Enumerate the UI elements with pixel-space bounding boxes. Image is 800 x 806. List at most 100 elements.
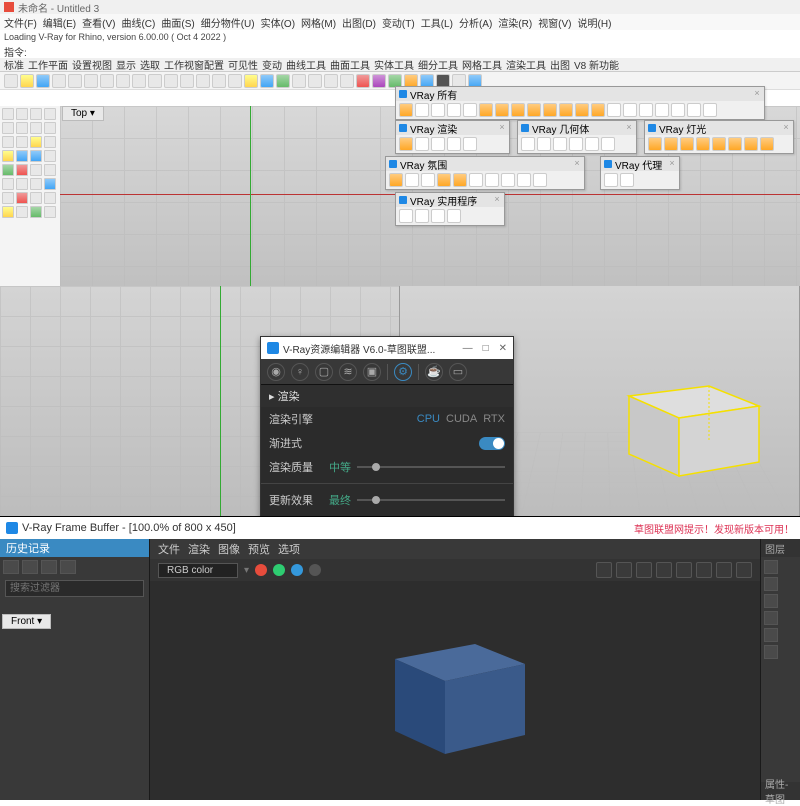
menu-file[interactable]: 文件(F) (4, 15, 37, 30)
vtool-icon[interactable] (431, 137, 445, 151)
layer-icon[interactable] (764, 645, 778, 659)
undo-icon[interactable] (116, 74, 130, 88)
tool-icon[interactable] (260, 74, 274, 88)
tool-icon[interactable] (212, 74, 226, 88)
vfb-menu-image[interactable]: 图像 (218, 541, 240, 557)
tool-icon[interactable] (196, 74, 210, 88)
tab-standard[interactable]: 标准 (4, 57, 24, 72)
vtool-icon[interactable] (533, 173, 547, 187)
vray-panel-proxy[interactable]: VRay 代理× (600, 156, 680, 190)
history-add-icon[interactable] (3, 560, 19, 574)
vtool-icon[interactable] (744, 137, 758, 151)
vtool-icon[interactable] (591, 103, 605, 117)
vtool-icon[interactable] (639, 103, 653, 117)
vfb-menu-options[interactable]: 选项 (278, 541, 300, 557)
channel-blue-icon[interactable] (291, 564, 303, 576)
vtool-icon[interactable] (664, 137, 678, 151)
vfb-interactive-icon[interactable] (716, 562, 732, 578)
tool-icon[interactable] (276, 74, 290, 88)
new-icon[interactable] (4, 74, 18, 88)
tool-icon[interactable] (16, 150, 28, 162)
save-icon[interactable] (36, 74, 50, 88)
tool-icon[interactable] (16, 164, 28, 176)
tab-setview[interactable]: 设置视图 (72, 57, 112, 72)
viewport-label-top[interactable]: Top ▾ (62, 106, 104, 121)
update-slider[interactable] (357, 499, 505, 501)
close-icon[interactable]: × (573, 159, 581, 167)
channel-mono-icon[interactable] (309, 564, 321, 576)
vfb-pick-icon[interactable] (596, 562, 612, 578)
tool-icon[interactable] (228, 74, 242, 88)
vtool-icon[interactable] (485, 173, 499, 187)
point-icon[interactable] (44, 136, 56, 148)
menu-help[interactable]: 说明(H) (578, 15, 612, 30)
materials-tab-icon[interactable]: ◉ (267, 363, 285, 381)
tool-icon[interactable] (308, 74, 322, 88)
command-prompt[interactable]: 指令: (0, 44, 800, 58)
tab-visibility[interactable]: 可见性 (228, 57, 258, 72)
vfb-stop-icon[interactable] (676, 562, 692, 578)
open-icon[interactable] (20, 74, 34, 88)
vtool-icon[interactable] (399, 209, 413, 223)
tool-icon[interactable] (44, 206, 56, 218)
vtool-icon[interactable] (511, 103, 525, 117)
print-icon[interactable] (52, 74, 66, 88)
tab-surfacetools[interactable]: 曲面工具 (330, 57, 370, 72)
vtool-icon[interactable] (569, 137, 583, 151)
section-render[interactable]: ▸ 渲染 (261, 385, 513, 407)
arc-icon[interactable] (16, 122, 28, 134)
vtool-icon[interactable] (712, 137, 726, 151)
vfb-region-icon[interactable] (616, 562, 632, 578)
tab-subdtools[interactable]: 细分工具 (418, 57, 458, 72)
vtool-icon[interactable] (607, 103, 621, 117)
close-icon[interactable]: × (782, 123, 790, 131)
menu-edit[interactable]: 编辑(E) (43, 15, 76, 30)
vfb-teapot-icon[interactable] (736, 562, 752, 578)
vray-panel-atmosphere[interactable]: VRay 氛围× (385, 156, 585, 190)
textures-tab-icon[interactable]: ≋ (339, 363, 357, 381)
vtool-icon[interactable] (431, 209, 445, 223)
vtool-icon[interactable] (389, 173, 403, 187)
channel-green-icon[interactable] (273, 564, 285, 576)
vtool-icon[interactable] (447, 137, 461, 151)
vtool-icon[interactable] (585, 137, 599, 151)
rendermap-tab-icon[interactable]: ▣ (363, 363, 381, 381)
vtool-icon[interactable] (671, 103, 685, 117)
close-icon[interactable]: × (493, 195, 501, 203)
paste-icon[interactable] (100, 74, 114, 88)
vtool-icon[interactable] (421, 173, 435, 187)
vfb-link-icon[interactable] (656, 562, 672, 578)
tab-display[interactable]: 显示 (116, 57, 136, 72)
redo-icon[interactable] (132, 74, 146, 88)
vtool-icon[interactable] (696, 137, 710, 151)
menu-curve[interactable]: 曲线(C) (121, 15, 155, 30)
vtool-icon[interactable] (463, 137, 477, 151)
tab-solidtools[interactable]: 实体工具 (374, 57, 414, 72)
cut-icon[interactable] (68, 74, 82, 88)
vtool-icon[interactable] (399, 137, 413, 151)
vfb-menu-preview[interactable]: 预览 (248, 541, 270, 557)
copy-icon[interactable] (84, 74, 98, 88)
tool-icon[interactable] (292, 74, 306, 88)
vtool-icon[interactable] (559, 103, 573, 117)
viewport-label-front[interactable]: Front ▾ (2, 614, 51, 629)
tool-icon[interactable] (30, 164, 42, 176)
menu-view[interactable]: 查看(V) (82, 15, 115, 30)
channel-red-icon[interactable] (255, 564, 267, 576)
vtool-icon[interactable] (447, 209, 461, 223)
history-del-icon[interactable] (60, 560, 76, 574)
line-icon[interactable] (30, 108, 42, 120)
tool-icon[interactable] (44, 178, 56, 190)
vray-panel-all[interactable]: VRay 所有× (395, 86, 765, 120)
history-header[interactable]: 历史记录 (0, 539, 149, 557)
tool-icon[interactable] (2, 150, 14, 162)
vtool-icon[interactable] (415, 137, 429, 151)
tab-v8new[interactable]: V8 新功能 (574, 57, 619, 72)
arrow-icon[interactable] (2, 108, 14, 120)
lasso-icon[interactable] (16, 108, 28, 120)
vtool-icon[interactable] (687, 103, 701, 117)
tool-icon[interactable] (372, 74, 386, 88)
vtool-icon[interactable] (453, 173, 467, 187)
close-icon[interactable]: × (625, 123, 633, 131)
tool-icon[interactable] (2, 192, 14, 204)
